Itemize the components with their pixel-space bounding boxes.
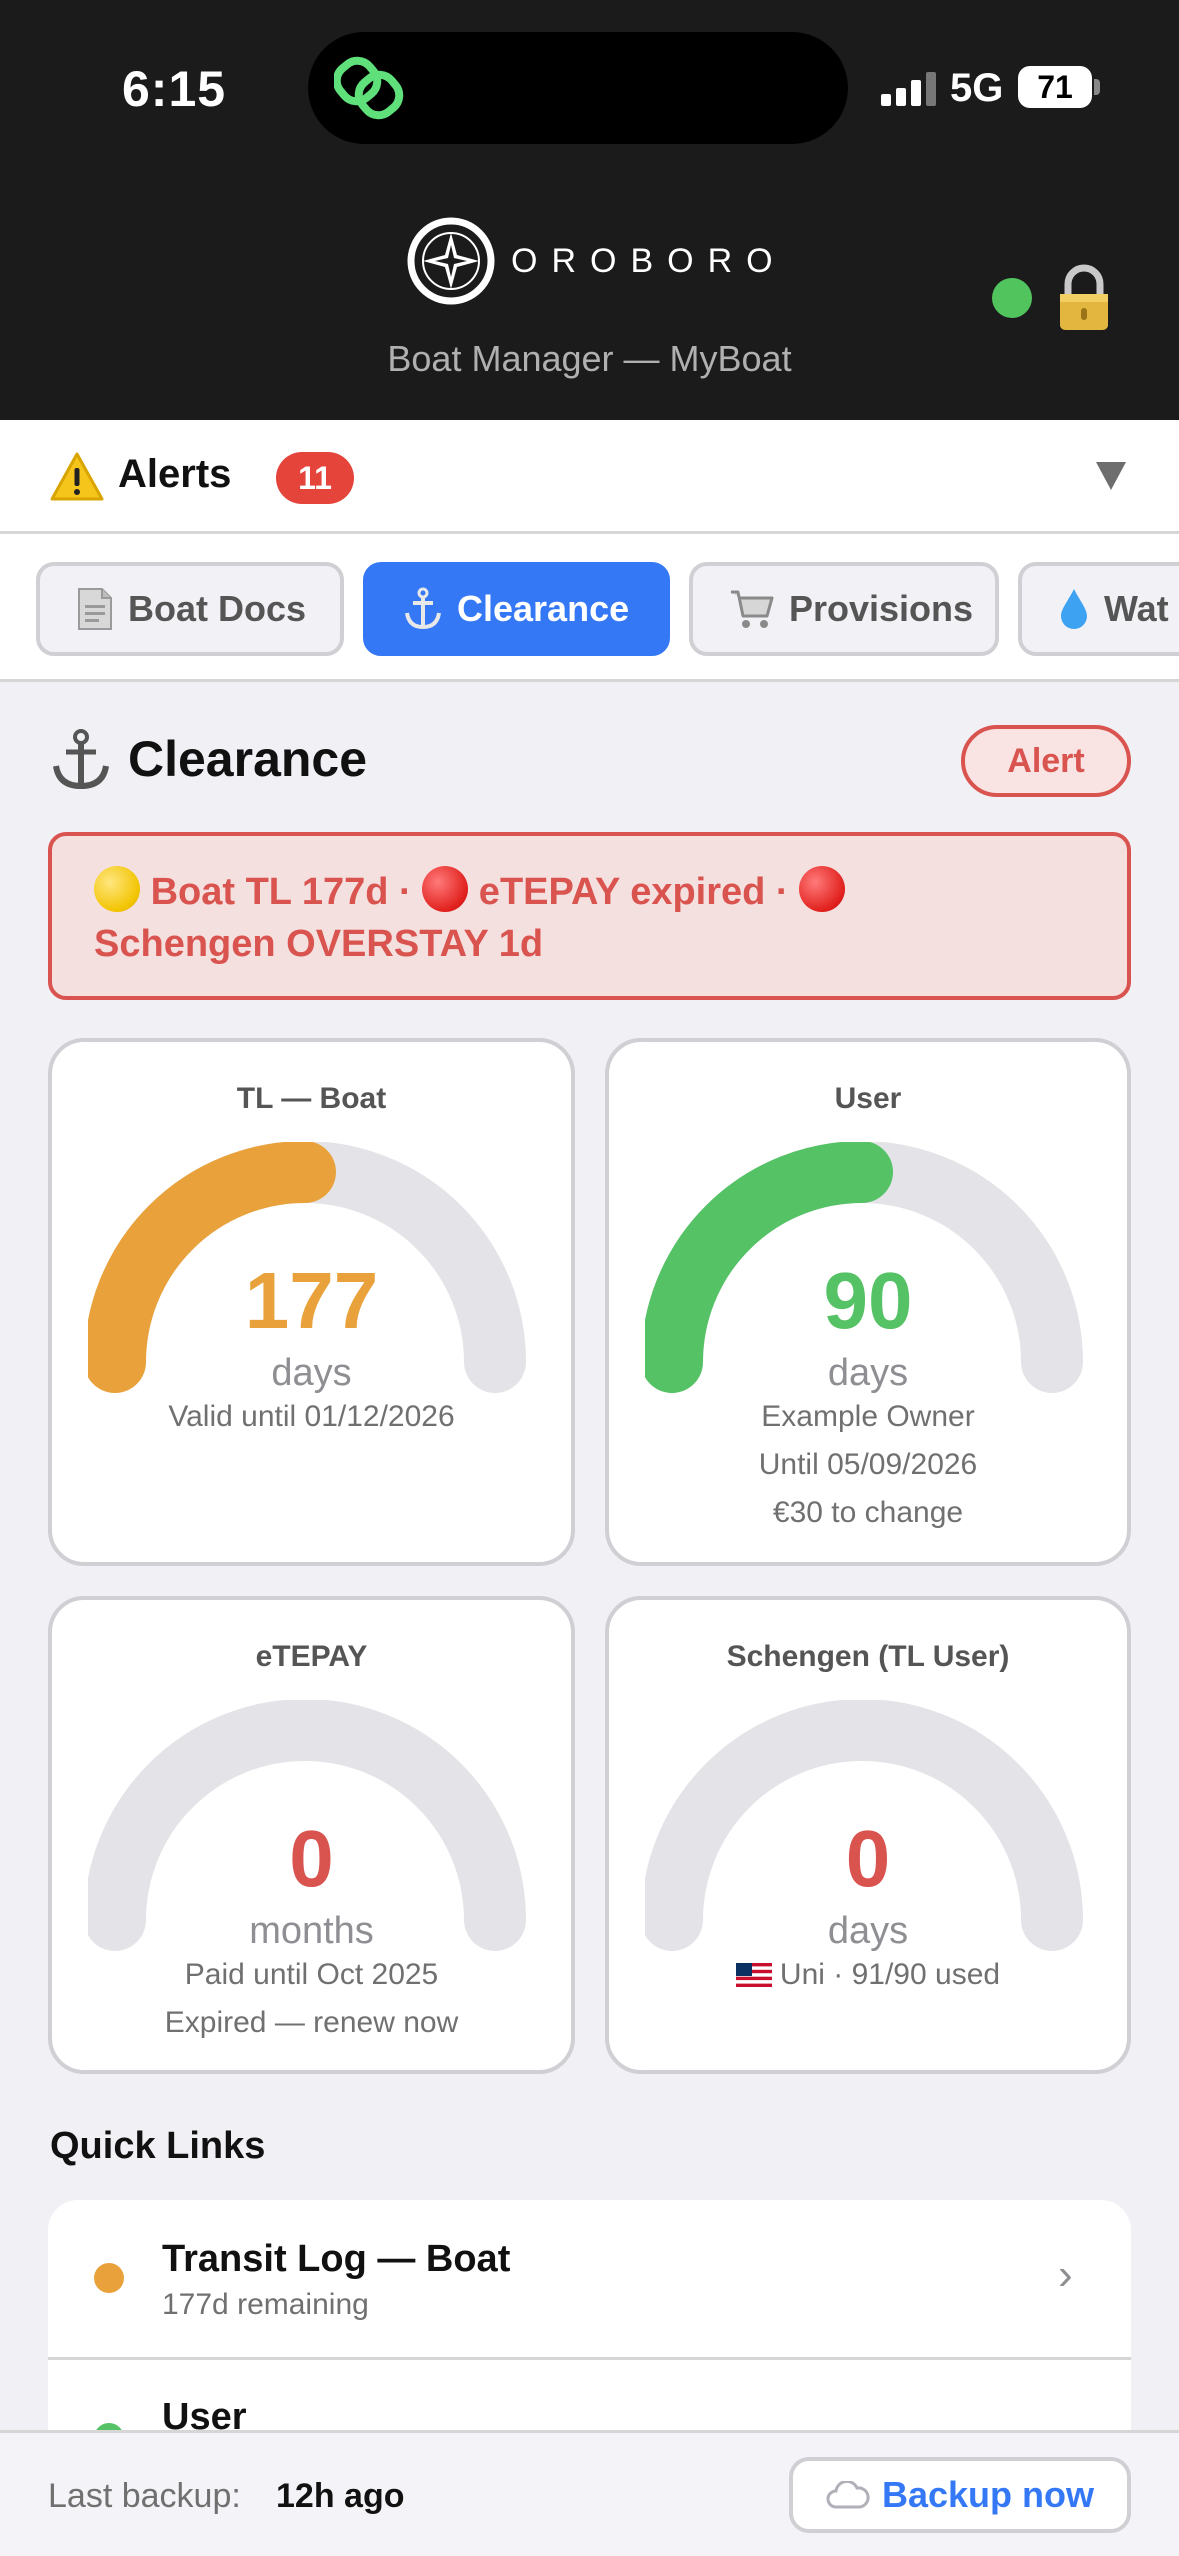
gauge-value: 0 [845,1814,891,1903]
last-backup-value: 12h ago [276,2477,405,2515]
chevron-down-icon[interactable] [1096,462,1126,490]
red-circle-icon [422,866,469,912]
yellow-circle-icon [94,866,140,912]
card-title: TL — Boat [236,1082,387,1115]
online-status-dot [992,278,1032,318]
alerts-bar[interactable]: Alerts 11 [0,420,1179,534]
page-subtitle: Boat Manager — MyBoat [387,338,792,379]
card-title: Schengen (TL User) [726,1640,1010,1673]
dynamic-island [308,32,848,144]
banner-boat-tl: Boat TL 177d · [150,871,423,913]
chevron-right-icon: › [1058,2250,1073,2299]
cloud-icon [826,2481,870,2509]
battery-tip [1094,79,1100,95]
card-schengen[interactable]: Schengen (TL User) 0 days Uni · 91/90 us… [605,1596,1131,2074]
gauge-unit: days [271,1352,352,1394]
water-drop-icon [1058,587,1090,631]
gauge-unit: days [827,1352,909,1394]
backup-now-button[interactable]: Backup now [789,2457,1131,2533]
card-etepay[interactable]: eTEPAY 0 months Paid until Oct 2025 Expi… [48,1596,575,2074]
card-expired-note: Expired — renew now [164,2006,459,2039]
gauge-value: 90 [823,1256,913,1345]
card-tl-boat[interactable]: TL — Boat 177 days Valid until 01/12/202… [48,1038,575,1566]
card-detail: Valid until 01/12/2026 [168,1400,455,1433]
lock-icon[interactable] [1056,264,1112,334]
card-title: eTEPAY [255,1640,368,1673]
tab-label: Wat [1104,588,1169,629]
quick-link-sub: 177d remaining [162,2288,369,2321]
tab-label: Boat Docs [128,588,307,629]
gauge-unit: months [249,1910,374,1952]
card-user[interactable]: User 90 days Example Owner Until 05/09/2… [605,1038,1131,1566]
card-fee: €30 to change [772,1496,964,1529]
section-title: Clearance [128,731,368,787]
card-until: Until 05/09/2026 [758,1448,978,1481]
document-icon [76,587,114,631]
gauge-value: 177 [244,1256,379,1345]
tab-provisions[interactable]: Provisions [689,562,999,656]
tab-label: Provisions [789,588,974,629]
alerts-title: Alerts [118,452,232,496]
quick-link-transit-log-boat[interactable]: Transit Log — Boat 177d remaining › [48,2200,1131,2360]
backup-now-label: Backup now [881,2474,1095,2515]
schengen-usage-text: Uni · 91/90 used [779,1958,1001,1991]
brand: OROBORO [405,215,787,307]
link-rings-icon [334,56,404,120]
tab-boat-docs[interactable]: Boat Docs [36,562,344,656]
tab-bar: Boat Docs Clearance Provisions Wat [0,534,1179,682]
gauge-value: 0 [289,1814,334,1903]
alerts-count-badge: 11 [276,452,354,504]
tab-label: Clearance [457,588,630,629]
status-time: 6:15 [122,61,227,117]
card-schengen-usage: Uni · 91/90 used [609,1958,1127,1992]
anchor-icon [403,587,443,631]
last-backup-label: Last backup: [48,2477,241,2515]
card-title: User [834,1082,902,1115]
status-dot [94,2263,124,2293]
quick-links-title: Quick Links [50,2125,266,2167]
brand-name: OROBORO [511,241,787,280]
quick-link-name: Transit Log — Boat [162,2238,511,2280]
app-header: 6:15 5G 71 OROBORO Boat Manager — MyBoat [0,0,1179,420]
anchor-icon [53,729,109,790]
network-label: 5G [950,66,1004,110]
cart-icon [729,588,775,630]
compass-logo-icon [407,217,495,305]
battery-icon: 71 [1018,66,1092,108]
backup-footer: Last backup: 12h ago Backup now [0,2430,1179,2556]
banner-schengen: Schengen OVERSTAY 1d [94,923,544,965]
tab-clearance[interactable]: Clearance [363,562,670,656]
card-owner: Example Owner [761,1400,975,1433]
alert-status-badge[interactable]: Alert [961,725,1131,797]
warning-icon [50,452,104,501]
banner-etepay: eTEPAY expired · [468,871,800,913]
tab-water[interactable]: Wat [1018,562,1179,656]
gauge-unit: days [827,1910,909,1952]
us-flag-icon [735,1963,772,1987]
red-circle-icon [799,866,846,912]
status-summary-banner: Boat TL 177d · eTEPAY expired · Schengen… [48,832,1131,1000]
signal-icon [881,72,936,106]
card-paid-until: Paid until Oct 2025 [184,1958,439,1991]
